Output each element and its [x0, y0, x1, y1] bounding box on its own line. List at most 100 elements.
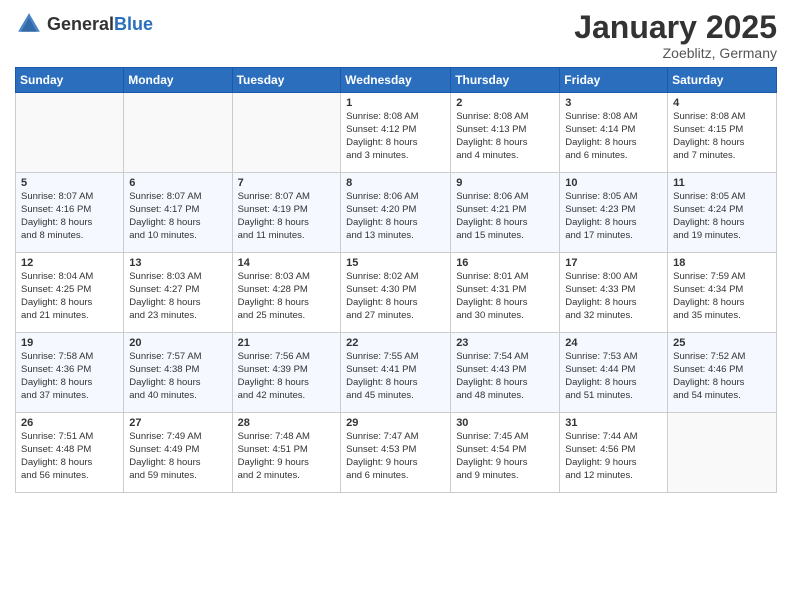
day-number: 7 [238, 177, 336, 189]
day-info: Sunrise: 7:54 AM Sunset: 4:43 PM Dayligh… [456, 351, 554, 402]
day-number: 4 [673, 97, 771, 109]
table-row: 4 Sunrise: 8:08 AM Sunset: 4:15 PM Daylig… [668, 93, 777, 173]
calendar-header-row: Sunday Monday Tuesday Wednesday Thursday… [16, 68, 777, 93]
col-wednesday: Wednesday [341, 68, 451, 93]
table-row: 17 Sunrise: 8:00 AM Sunset: 4:33 PM Dayli… [560, 253, 668, 333]
day-number: 13 [129, 257, 226, 269]
day-number: 22 [346, 337, 445, 349]
table-row: 2 Sunrise: 8:08 AM Sunset: 4:13 PM Daylig… [451, 93, 560, 173]
table-row: 16 Sunrise: 8:01 AM Sunset: 4:31 PM Dayli… [451, 253, 560, 333]
day-info: Sunrise: 8:02 AM Sunset: 4:30 PM Dayligh… [346, 271, 445, 322]
day-number: 12 [21, 257, 118, 269]
logo-text: GeneralBlue [47, 14, 153, 35]
table-row: 8 Sunrise: 8:06 AM Sunset: 4:20 PM Daylig… [341, 173, 451, 253]
day-info: Sunrise: 7:52 AM Sunset: 4:46 PM Dayligh… [673, 351, 771, 402]
table-row: 9Sunrise: 8:06 AM Sunset: 4:21 PM Daylig… [451, 173, 560, 253]
table-row [16, 93, 124, 173]
col-thursday: Thursday [451, 68, 560, 93]
table-row: 18 Sunrise: 7:59 AM Sunset: 4:34 PM Dayli… [668, 253, 777, 333]
table-row: 20Sunrise: 7:57 AM Sunset: 4:38 PM Dayli… [124, 333, 232, 413]
day-info: Sunrise: 8:07 AM Sunset: 4:17 PM Dayligh… [129, 191, 226, 242]
day-info: Sunrise: 7:44 AM Sunset: 4:56 PM Dayligh… [565, 431, 662, 482]
day-info: Sunrise: 8:03 AM Sunset: 4:27 PM Dayligh… [129, 271, 226, 322]
table-row: 26 Sunrise: 7:51 AM Sunset: 4:48 PM Dayli… [16, 413, 124, 493]
table-row: 15 Sunrise: 8:02 AM Sunset: 4:30 PM Dayli… [341, 253, 451, 333]
location-subtitle: Zoeblitz, Germany [574, 45, 777, 61]
day-info: Sunrise: 8:04 AM Sunset: 4:25 PM Dayligh… [21, 271, 118, 322]
day-info: Sunrise: 7:55 AM Sunset: 4:41 PM Dayligh… [346, 351, 445, 402]
day-number: 3 [565, 97, 662, 109]
day-number: 9 [456, 177, 554, 189]
calendar-table: Sunday Monday Tuesday Wednesday Thursday… [15, 67, 777, 493]
day-number: 10 [565, 177, 662, 189]
day-number: 24 [565, 337, 662, 349]
col-sunday: Sunday [16, 68, 124, 93]
day-info: Sunrise: 8:08 AM Sunset: 4:12 PM Dayligh… [346, 111, 445, 162]
day-info: Sunrise: 8:08 AM Sunset: 4:14 PM Dayligh… [565, 111, 662, 162]
day-info: Sunrise: 8:06 AM Sunset: 4:20 PM Dayligh… [346, 191, 445, 242]
day-info: Sunrise: 8:08 AM Sunset: 4:13 PM Dayligh… [456, 111, 554, 162]
day-info: Sunrise: 8:07 AM Sunset: 4:19 PM Dayligh… [238, 191, 336, 242]
table-row: 30 Sunrise: 7:45 AM Sunset: 4:54 PM Dayli… [451, 413, 560, 493]
table-row: 11 Sunrise: 8:05 AM Sunset: 4:24 PM Dayli… [668, 173, 777, 253]
day-info: Sunrise: 8:07 AM Sunset: 4:16 PM Dayligh… [21, 191, 118, 242]
day-number: 28 [238, 417, 336, 429]
day-info: Sunrise: 7:56 AM Sunset: 4:39 PM Dayligh… [238, 351, 336, 402]
table-row: 13 Sunrise: 8:03 AM Sunset: 4:27 PM Dayli… [124, 253, 232, 333]
logo-blue: Blue [114, 14, 153, 34]
day-number: 18 [673, 257, 771, 269]
day-number: 27 [129, 417, 226, 429]
table-row: 19Sunrise: 7:58 AM Sunset: 4:36 PM Dayli… [16, 333, 124, 413]
col-tuesday: Tuesday [232, 68, 341, 93]
table-row [124, 93, 232, 173]
day-info: Sunrise: 7:59 AM Sunset: 4:34 PM Dayligh… [673, 271, 771, 322]
table-row: 28 Sunrise: 7:48 AM Sunset: 4:51 PM Dayli… [232, 413, 341, 493]
day-number: 2 [456, 97, 554, 109]
logo-general: General [47, 14, 114, 34]
day-number: 20 [129, 337, 226, 349]
table-row: 27 Sunrise: 7:49 AM Sunset: 4:49 PM Dayli… [124, 413, 232, 493]
day-info: Sunrise: 8:01 AM Sunset: 4:31 PM Dayligh… [456, 271, 554, 322]
day-number: 29 [346, 417, 445, 429]
table-row: 25Sunrise: 7:52 AM Sunset: 4:46 PM Dayli… [668, 333, 777, 413]
table-row: 3 Sunrise: 8:08 AM Sunset: 4:14 PM Daylig… [560, 93, 668, 173]
day-number: 5 [21, 177, 118, 189]
day-info: Sunrise: 8:08 AM Sunset: 4:15 PM Dayligh… [673, 111, 771, 162]
table-row: 29 Sunrise: 7:47 AM Sunset: 4:53 PM Dayli… [341, 413, 451, 493]
day-info: Sunrise: 7:58 AM Sunset: 4:36 PM Dayligh… [21, 351, 118, 402]
table-row: 6 Sunrise: 8:07 AM Sunset: 4:17 PM Daylig… [124, 173, 232, 253]
table-row: 21Sunrise: 7:56 AM Sunset: 4:39 PM Dayli… [232, 333, 341, 413]
table-row: 12 Sunrise: 8:04 AM Sunset: 4:25 PM Dayli… [16, 253, 124, 333]
table-row: 5 Sunrise: 8:07 AM Sunset: 4:16 PM Daylig… [16, 173, 124, 253]
day-number: 26 [21, 417, 118, 429]
day-number: 6 [129, 177, 226, 189]
day-number: 1 [346, 97, 445, 109]
day-info: Sunrise: 7:47 AM Sunset: 4:53 PM Dayligh… [346, 431, 445, 482]
day-number: 8 [346, 177, 445, 189]
logo-icon [15, 10, 43, 38]
day-number: 15 [346, 257, 445, 269]
day-number: 30 [456, 417, 554, 429]
calendar-week-row: 1 Sunrise: 8:08 AM Sunset: 4:12 PM Daylig… [16, 93, 777, 173]
day-info: Sunrise: 7:51 AM Sunset: 4:48 PM Dayligh… [21, 431, 118, 482]
calendar-week-row: 12 Sunrise: 8:04 AM Sunset: 4:25 PM Dayli… [16, 253, 777, 333]
day-info: Sunrise: 7:49 AM Sunset: 4:49 PM Dayligh… [129, 431, 226, 482]
title-block: January 2025 Zoeblitz, Germany [574, 10, 777, 61]
day-info: Sunrise: 8:00 AM Sunset: 4:33 PM Dayligh… [565, 271, 662, 322]
calendar-week-row: 5 Sunrise: 8:07 AM Sunset: 4:16 PM Daylig… [16, 173, 777, 253]
col-saturday: Saturday [668, 68, 777, 93]
day-info: Sunrise: 7:48 AM Sunset: 4:51 PM Dayligh… [238, 431, 336, 482]
day-info: Sunrise: 7:53 AM Sunset: 4:44 PM Dayligh… [565, 351, 662, 402]
day-number: 16 [456, 257, 554, 269]
table-row: 23Sunrise: 7:54 AM Sunset: 4:43 PM Dayli… [451, 333, 560, 413]
calendar-week-row: 19Sunrise: 7:58 AM Sunset: 4:36 PM Dayli… [16, 333, 777, 413]
day-number: 31 [565, 417, 662, 429]
day-number: 11 [673, 177, 771, 189]
day-number: 17 [565, 257, 662, 269]
header: GeneralBlue January 2025 Zoeblitz, Germa… [15, 10, 777, 61]
day-info: Sunrise: 8:03 AM Sunset: 4:28 PM Dayligh… [238, 271, 336, 322]
day-info: Sunrise: 7:45 AM Sunset: 4:54 PM Dayligh… [456, 431, 554, 482]
day-info: Sunrise: 8:05 AM Sunset: 4:24 PM Dayligh… [673, 191, 771, 242]
table-row: 1 Sunrise: 8:08 AM Sunset: 4:12 PM Daylig… [341, 93, 451, 173]
table-row [232, 93, 341, 173]
